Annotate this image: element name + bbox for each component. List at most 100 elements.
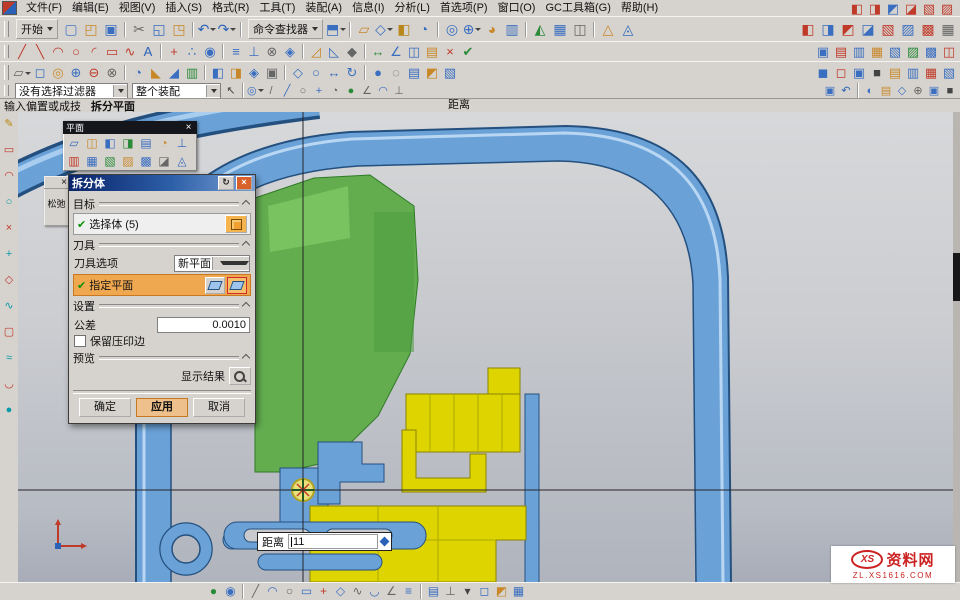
- plane-through-points-icon[interactable]: ▤: [137, 135, 155, 151]
- snap-point-menu-icon[interactable]: ◎: [247, 84, 263, 98]
- specify-plane-row[interactable]: ✔ 指定平面: [73, 274, 251, 296]
- menu-item-4[interactable]: 插入(S): [160, 1, 207, 15]
- point-icon[interactable]: +: [165, 43, 183, 60]
- top-view-icon[interactable]: ▧: [441, 64, 459, 81]
- constraint-icon[interactable]: ∠: [387, 43, 405, 60]
- palette-close-icon[interactable]: ×: [183, 122, 194, 133]
- collapse-arrow-icon[interactable]: [242, 354, 250, 362]
- sketch-diamond-icon[interactable]: ◇: [2, 274, 16, 287]
- model-right-rib[interactable]: [525, 394, 539, 583]
- view-cube-2-icon[interactable]: ◪: [858, 20, 878, 39]
- fillet-curve-icon[interactable]: ◜: [85, 43, 103, 60]
- display-b-icon[interactable]: ◩: [493, 584, 510, 599]
- keep-imprint-row[interactable]: 保留压印边: [73, 334, 251, 348]
- sketch-plus-icon[interactable]: +: [2, 248, 16, 261]
- cylinder-icon[interactable]: ◎: [49, 64, 67, 81]
- menu-item-12[interactable]: GC工具箱(G): [540, 1, 615, 15]
- selection-scope-dropdown[interactable]: 整个装配: [132, 83, 221, 99]
- customize-icon[interactable]: ◫: [940, 43, 958, 60]
- draw-arc-icon[interactable]: ◠: [264, 584, 281, 599]
- plane-xy-icon[interactable]: ▥: [65, 153, 83, 169]
- undo-quick-icon[interactable]: ↶: [838, 84, 854, 98]
- pan-view-icon[interactable]: ↔: [325, 64, 343, 81]
- start-menu-button[interactable]: 开始: [16, 19, 58, 39]
- snap-quadrant-icon[interactable]: ◔: [327, 84, 343, 98]
- setting-b-icon[interactable]: ▤: [878, 84, 894, 98]
- intersect-curve-icon[interactable]: ⊗: [263, 43, 281, 60]
- layer-icon[interactable]: ▤: [832, 43, 850, 60]
- front-view-icon[interactable]: ▤: [405, 64, 423, 81]
- part-cube-4-icon[interactable]: ◪: [902, 0, 920, 17]
- sketch-arc-icon[interactable]: ◠: [2, 170, 16, 183]
- sketch-cross-icon[interactable]: ×: [2, 222, 16, 235]
- plane-yz-icon[interactable]: ▦: [83, 153, 101, 169]
- sketch-icon[interactable]: ▱: [354, 20, 374, 39]
- view-cube-5-icon[interactable]: ▩: [918, 20, 938, 39]
- save-quick-icon[interactable]: ▣: [822, 84, 838, 98]
- menu-item-7[interactable]: 装配(A): [300, 1, 347, 15]
- model-rail-lower[interactable]: [258, 554, 382, 570]
- dropdown-arrow-icon[interactable]: [212, 257, 250, 270]
- yellow-face[interactable]: [406, 394, 520, 452]
- setting-d-icon[interactable]: ⊕: [910, 84, 926, 98]
- section-settings[interactable]: 设置: [73, 299, 251, 313]
- undo-icon[interactable]: ↶: [197, 20, 217, 39]
- layers-b-icon[interactable]: ◻: [476, 584, 493, 599]
- open-icon[interactable]: ◰: [81, 20, 101, 39]
- setting-a-icon[interactable]: ◐: [862, 84, 878, 98]
- cut-icon[interactable]: ✂: [129, 20, 149, 39]
- thicken-icon[interactable]: ▣: [263, 64, 281, 81]
- quick-trim-icon[interactable]: ×: [441, 43, 459, 60]
- snap-mid-icon[interactable]: ╱: [279, 84, 295, 98]
- project-curve-icon[interactable]: ⊥: [245, 43, 263, 60]
- line-icon[interactable]: ╲: [31, 43, 49, 60]
- extrude-icon[interactable]: ◧: [394, 20, 414, 39]
- arc-icon[interactable]: ◠: [49, 43, 67, 60]
- select-body-button[interactable]: [225, 215, 247, 233]
- profile-icon[interactable]: ╱: [13, 43, 31, 60]
- text-tool-icon[interactable]: A: [139, 43, 157, 60]
- show-result-button[interactable]: [229, 367, 251, 385]
- draw-point-icon[interactable]: +: [315, 584, 332, 599]
- plane-dialog-button[interactable]: [205, 277, 225, 294]
- datum-plane-icon[interactable]: ◇: [374, 20, 394, 39]
- trim-curve-icon[interactable]: ◿: [307, 43, 325, 60]
- sketch-lines-icon[interactable]: ≈: [2, 352, 16, 365]
- window-icon-5-icon[interactable]: ▤: [886, 64, 904, 81]
- section-preview[interactable]: 预览: [73, 351, 251, 365]
- menu-item-13[interactable]: 帮助(H): [616, 1, 663, 15]
- rotate-view-icon[interactable]: ↻: [343, 64, 361, 81]
- draw-rect-icon[interactable]: ▭: [298, 584, 315, 599]
- save-icon[interactable]: ▣: [101, 20, 121, 39]
- more-tools-icon[interactable]: ▾: [459, 584, 476, 599]
- snapshot-icon[interactable]: ▧: [886, 43, 904, 60]
- collapse-arrow-icon[interactable]: [242, 200, 250, 208]
- pattern-icon[interactable]: ▦: [550, 20, 570, 39]
- snap-perpendicular-icon[interactable]: ⊥: [391, 84, 407, 98]
- split-body-icon[interactable]: ◨: [227, 64, 245, 81]
- ortho-icon[interactable]: ⊥: [442, 584, 459, 599]
- shaded-view-icon[interactable]: ●: [369, 64, 387, 81]
- snap-angle-icon[interactable]: ∠: [359, 84, 375, 98]
- draw-angle-icon[interactable]: ∠: [383, 584, 400, 599]
- part-cube-1-icon[interactable]: ◧: [848, 0, 866, 17]
- boolean-unite-icon[interactable]: ⊕: [67, 64, 85, 81]
- window-icon-7-icon[interactable]: ▦: [922, 64, 940, 81]
- window-icon-8-icon[interactable]: ▧: [940, 64, 958, 81]
- dialog-reset-icon[interactable]: ↻: [218, 176, 234, 190]
- pattern-curve-icon[interactable]: ▤: [423, 43, 441, 60]
- revolve-icon[interactable]: ◔: [414, 20, 434, 39]
- window-icon-1-icon[interactable]: ◼: [814, 64, 832, 81]
- cancel-button[interactable]: 取消: [193, 398, 245, 417]
- menu-item-2[interactable]: 编辑(E): [67, 1, 114, 15]
- scrollbar-thumb[interactable]: [953, 253, 960, 301]
- macro-icon[interactable]: ▩: [922, 43, 940, 60]
- chamfer-icon[interactable]: ◣: [147, 64, 165, 81]
- iso-view-icon[interactable]: ◩: [423, 64, 441, 81]
- plane-tangent-icon[interactable]: ◔: [155, 135, 173, 151]
- right-scrollbar[interactable]: [953, 112, 960, 583]
- wireframe-view-icon[interactable]: ◌: [387, 64, 405, 81]
- plane-coefficients-icon[interactable]: ▩: [137, 153, 155, 169]
- record-icon[interactable]: ▨: [904, 43, 922, 60]
- plane-constructor-button[interactable]: [227, 277, 247, 294]
